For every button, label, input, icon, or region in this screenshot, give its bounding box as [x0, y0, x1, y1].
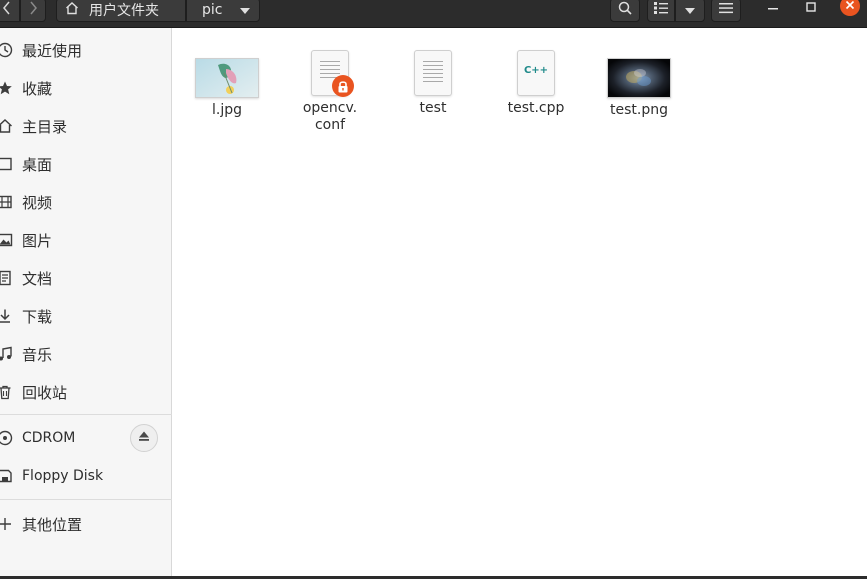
close-button[interactable]: [840, 0, 860, 16]
sidebar-item-label: 收藏: [22, 79, 53, 98]
sidebar-item-other-locations[interactable]: 其他位置: [0, 505, 172, 543]
eject-icon: [138, 430, 150, 446]
file-name: l.jpg: [211, 102, 242, 118]
file-name: opencv. conf: [302, 100, 358, 133]
music-icon: [0, 345, 14, 363]
sidebar-item-music[interactable]: 音乐: [0, 335, 172, 373]
search-icon: [618, 1, 632, 19]
triangle-down-icon: [240, 2, 251, 18]
disc-icon: [0, 429, 14, 447]
maximize-button[interactable]: [802, 0, 820, 17]
file-grid: l.jpg opencv. conf test C++ test.cpp tes…: [173, 28, 867, 579]
breadcrumb-label: pic: [202, 2, 223, 18]
chevron-right-icon: [28, 1, 38, 19]
sidebar-item-recent[interactable]: 最近使用: [0, 31, 172, 69]
sidebar-item-label: CDROM: [22, 430, 76, 446]
sidebar-item-label: 最近使用: [22, 41, 83, 60]
sidebar-item-cdrom[interactable]: CDROM: [0, 419, 172, 457]
sidebar-item-label: 其他位置: [22, 515, 83, 534]
file-item[interactable]: C++ test.cpp: [491, 50, 581, 117]
cpp-file-icon: C++: [517, 50, 555, 96]
star-icon: [0, 79, 14, 97]
file-name: test.cpp: [507, 100, 565, 116]
document-icon: [0, 269, 14, 287]
image-thumbnail: [607, 58, 671, 98]
home-icon: [0, 117, 14, 135]
file-name: test.png: [610, 102, 668, 118]
sidebar-item-label: 视频: [22, 193, 53, 212]
sidebar-item-downloads[interactable]: 下载: [0, 297, 172, 335]
eject-button[interactable]: [130, 424, 158, 452]
picture-icon: [0, 231, 14, 249]
chevron-left-icon: [2, 1, 12, 19]
sidebar-item-label: 下载: [22, 307, 53, 326]
text-file-icon: [414, 50, 452, 96]
sidebar-item-label: 音乐: [22, 345, 53, 364]
sidebar-item-label: 桌面: [22, 155, 53, 174]
sidebar-item-label: Floppy Disk: [22, 468, 104, 484]
sidebar-item-label: 文档: [22, 269, 53, 288]
clock-icon: [0, 41, 14, 59]
lock-icon: [332, 75, 354, 97]
plus-icon: [0, 515, 14, 533]
list-view-icon: [654, 2, 668, 18]
breadcrumb-label: 用户文件夹: [89, 3, 159, 19]
sidebar-item-floppy[interactable]: Floppy Disk: [0, 457, 172, 495]
text-file-icon: [311, 50, 354, 97]
file-item[interactable]: test.png: [594, 50, 684, 119]
video-icon: [0, 193, 14, 211]
view-options-button[interactable]: [675, 0, 705, 22]
minimize-button[interactable]: [764, 0, 782, 17]
maximize-icon: [806, 0, 816, 16]
list-view-button[interactable]: [647, 0, 675, 22]
image-thumbnail: [195, 58, 259, 98]
sidebar-divider: [0, 414, 172, 415]
close-icon: [845, 0, 855, 14]
back-button[interactable]: [0, 0, 20, 22]
minimize-icon: [768, 0, 778, 16]
sidebar: 最近使用 收藏 主目录 桌面 视频 图片 文档 下载 音乐 回收站 CDROM …: [0, 28, 172, 579]
floppy-icon: [0, 467, 14, 485]
sidebar-item-videos[interactable]: 视频: [0, 183, 172, 221]
sidebar-item-home[interactable]: 主目录: [0, 107, 172, 145]
sidebar-item-trash[interactable]: 回收站: [0, 373, 172, 411]
download-icon: [0, 307, 14, 325]
breadcrumb-home[interactable]: 用户文件夹: [56, 0, 186, 22]
triangle-down-icon: [685, 2, 695, 18]
trash-icon: [0, 383, 14, 401]
sidebar-item-label: 主目录: [22, 117, 68, 136]
file-item[interactable]: opencv. conf: [285, 50, 375, 134]
home-icon: [65, 1, 79, 19]
sidebar-item-pictures[interactable]: 图片: [0, 221, 172, 259]
sidebar-item-desktop[interactable]: 桌面: [0, 145, 172, 183]
file-item[interactable]: test: [388, 50, 478, 117]
hamburger-icon: [719, 2, 733, 18]
breadcrumb-current[interactable]: pic: [186, 0, 260, 22]
sidebar-item-documents[interactable]: 文档: [0, 259, 172, 297]
search-button[interactable]: [610, 0, 640, 22]
menu-button[interactable]: [711, 0, 741, 22]
sidebar-item-label: 回收站: [22, 383, 68, 402]
header-bar: 用户文件夹 pic: [0, 0, 867, 28]
sidebar-item-label: 图片: [22, 231, 53, 250]
file-item[interactable]: l.jpg: [182, 50, 272, 119]
file-name: test: [419, 100, 447, 116]
forward-button[interactable]: [20, 0, 46, 22]
sidebar-item-starred[interactable]: 收藏: [0, 69, 172, 107]
sidebar-divider: [0, 499, 172, 500]
desktop-icon: [0, 155, 14, 173]
